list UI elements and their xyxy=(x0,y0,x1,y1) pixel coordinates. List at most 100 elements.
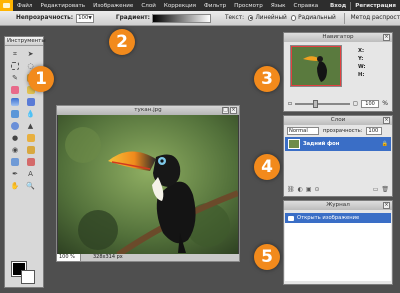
text-tool-icon[interactable]: A xyxy=(26,169,36,179)
navigator-viewport-frame[interactable] xyxy=(291,46,341,86)
zoom-tool-icon[interactable]: 🔍 xyxy=(26,181,36,191)
pencil-tool-icon[interactable]: ✎ xyxy=(10,73,20,83)
layers-title-text: Слои xyxy=(330,117,346,123)
window-buttons: × xyxy=(383,34,390,41)
history-item-label: Открыть изображение xyxy=(297,215,360,221)
image-window-title: тукан.jpg □ × xyxy=(57,106,239,115)
menu-image[interactable]: Изображение xyxy=(89,3,137,9)
lock-icon[interactable]: 🔒 xyxy=(382,141,388,147)
navigator-panel: Навигатор × X: Y: W: H: ▫ ◻ 100 % xyxy=(283,32,393,112)
zoom-slider-knob[interactable] xyxy=(313,99,319,108)
menu-edit[interactable]: Редактировать xyxy=(36,3,89,9)
layer-mask-icon[interactable]: ▣ xyxy=(306,186,312,193)
menu-language[interactable]: Язык xyxy=(267,3,290,9)
image-zoom-field[interactable]: 100 % xyxy=(57,254,81,261)
image-status-bar: 100 % 328x314 px xyxy=(57,254,239,261)
layer-link-icon[interactable]: ⛓ xyxy=(287,186,295,193)
window-buttons: × xyxy=(383,117,390,124)
zoom-out-icon[interactable]: ▫ xyxy=(288,100,292,107)
navigator-thumbnail[interactable] xyxy=(290,45,342,87)
toucan-photo[interactable] xyxy=(58,115,238,255)
callout-4: 4 xyxy=(254,154,280,180)
dodge-tool-icon[interactable] xyxy=(26,133,36,143)
layer-opacity-label: прозрачность: xyxy=(323,128,363,134)
menu-file[interactable]: Файл xyxy=(13,3,36,9)
maximize-icon[interactable]: □ xyxy=(222,107,229,114)
menu-adjustment[interactable]: Коррекция xyxy=(160,3,200,9)
close-icon[interactable]: × xyxy=(383,202,390,209)
zoom-slider[interactable] xyxy=(295,99,350,108)
toolbox-title: Инструменты xyxy=(5,37,46,46)
drop-tool-icon[interactable]: 💧 xyxy=(26,109,36,119)
layer-name: Задний фон xyxy=(303,141,340,147)
radial-radio[interactable] xyxy=(290,15,297,21)
gradient-tool-icon[interactable] xyxy=(10,97,20,107)
opacity-select[interactable]: 100 ▼ xyxy=(76,13,94,23)
burn-tool-icon[interactable]: ● xyxy=(10,133,20,143)
clone-tool-icon[interactable] xyxy=(26,97,36,107)
callout-2: 2 xyxy=(109,29,135,55)
close-icon[interactable]: × xyxy=(230,107,237,114)
color-replace-icon[interactable] xyxy=(10,109,20,119)
layer-thumbnail xyxy=(288,139,300,149)
h-label: H: xyxy=(358,72,365,78)
sponge-tool-icon[interactable] xyxy=(26,145,36,155)
eyedropper-tool-icon[interactable]: ✒ xyxy=(10,169,20,179)
callout-5: 5 xyxy=(254,244,280,270)
delete-layer-icon[interactable]: 🗑 xyxy=(381,186,389,193)
blur-tool-icon[interactable] xyxy=(10,121,20,131)
layer-opacity-field[interactable]: 100 xyxy=(366,127,383,135)
text-label: Текст: xyxy=(224,15,245,21)
menu-layer[interactable]: Слой xyxy=(137,3,160,9)
new-layer-icon[interactable]: ▭ xyxy=(373,186,379,193)
close-icon[interactable]: × xyxy=(383,34,390,41)
app-logo-icon[interactable] xyxy=(0,0,13,11)
eraser-tool-icon[interactable] xyxy=(10,85,20,95)
callout-3: 3 xyxy=(254,66,280,92)
login-link[interactable]: Вход xyxy=(326,3,350,9)
layer-adjust-icon[interactable]: ⊙ xyxy=(315,186,320,193)
menu-filter[interactable]: Фильтр xyxy=(200,3,230,9)
linear-radio[interactable] xyxy=(248,15,254,21)
layer-toolbar: ⛓ ◐ ▣ ⊙ ▭ 🗑 xyxy=(287,186,389,193)
navigator-title: Навигатор × xyxy=(284,33,392,42)
zoom-value-field[interactable]: 100 xyxy=(360,99,380,108)
bloat-tool-icon[interactable] xyxy=(26,157,36,167)
history-list-area xyxy=(285,223,391,281)
image-filename: тукан.jpg xyxy=(134,107,162,113)
menu-view[interactable]: Просмотр xyxy=(230,3,267,9)
marquee-tool-icon[interactable] xyxy=(10,61,20,71)
divider xyxy=(343,12,345,24)
account-links: Вход Регистрация xyxy=(326,0,400,11)
gradient-swatch[interactable] xyxy=(152,13,211,23)
zoom-unit: % xyxy=(382,100,388,107)
hand-tool-icon[interactable]: ✋ xyxy=(10,181,20,191)
background-color-swatch[interactable] xyxy=(21,270,35,284)
linear-label: Линейный xyxy=(255,15,287,21)
w-label: W: xyxy=(358,64,366,70)
blend-mode-select[interactable]: Normal xyxy=(287,127,319,135)
sharpen-tool-icon[interactable]: ▲ xyxy=(26,121,36,131)
zoom-in-icon[interactable]: ◻ xyxy=(353,100,358,107)
layer-style-icon[interactable]: ◐ xyxy=(298,186,303,193)
menu-help[interactable]: Справка xyxy=(290,3,323,9)
options-bar: Непрозрачность: 100 ▼ Градиент: Текст: Л… xyxy=(0,11,400,26)
x-label: X: xyxy=(358,48,365,54)
layer-item-background[interactable]: Задний фон 🔒 xyxy=(285,137,391,151)
navigator-coordinates: X: Y: W: H: xyxy=(358,47,366,79)
history-item-open[interactable]: Открыть изображение xyxy=(285,213,391,223)
move-tool-icon[interactable]: ➤ xyxy=(26,49,36,59)
navigator-title-text: Навигатор xyxy=(322,34,354,40)
register-link[interactable]: Регистрация xyxy=(351,3,400,9)
layers-title: Слои × xyxy=(284,116,392,125)
opacity-value: 100 xyxy=(78,15,89,21)
crop-tool-icon[interactable]: ⌗ xyxy=(10,49,20,59)
image-window[interactable]: тукан.jpg □ × 100 % 328x314 px xyxy=(56,105,240,262)
radial-label: Радиальный xyxy=(298,15,336,21)
opacity-label: Непрозрачность: xyxy=(16,15,74,21)
close-icon[interactable]: × xyxy=(383,117,390,124)
pinch-tool-icon[interactable] xyxy=(10,157,20,167)
y-label: Y: xyxy=(358,56,364,62)
red-eye-tool-icon[interactable]: ◉ xyxy=(10,145,20,155)
color-swatches xyxy=(11,261,38,284)
